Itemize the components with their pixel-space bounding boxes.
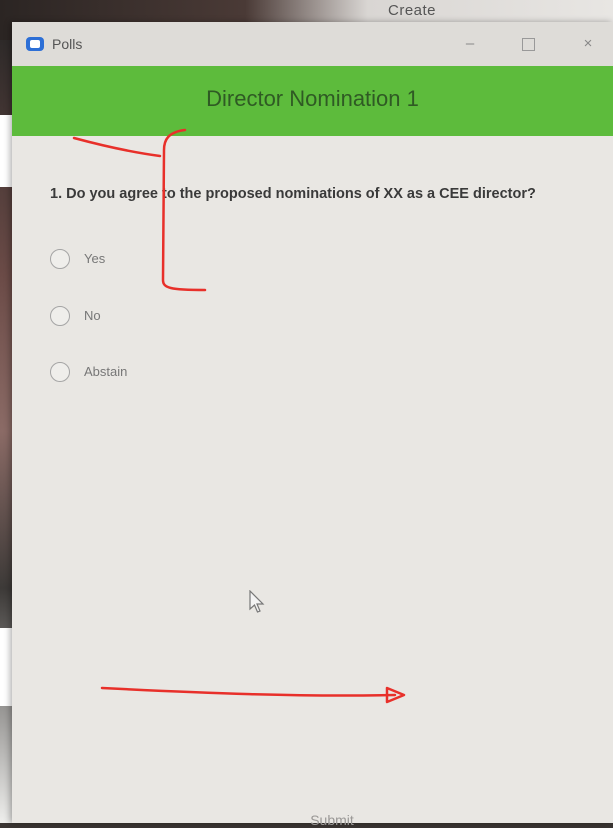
annotation-stroke [72,136,162,158]
annotation-overlay [72,128,406,704]
annotation-bracket [161,128,207,292]
annotation-arrow [100,686,397,697]
